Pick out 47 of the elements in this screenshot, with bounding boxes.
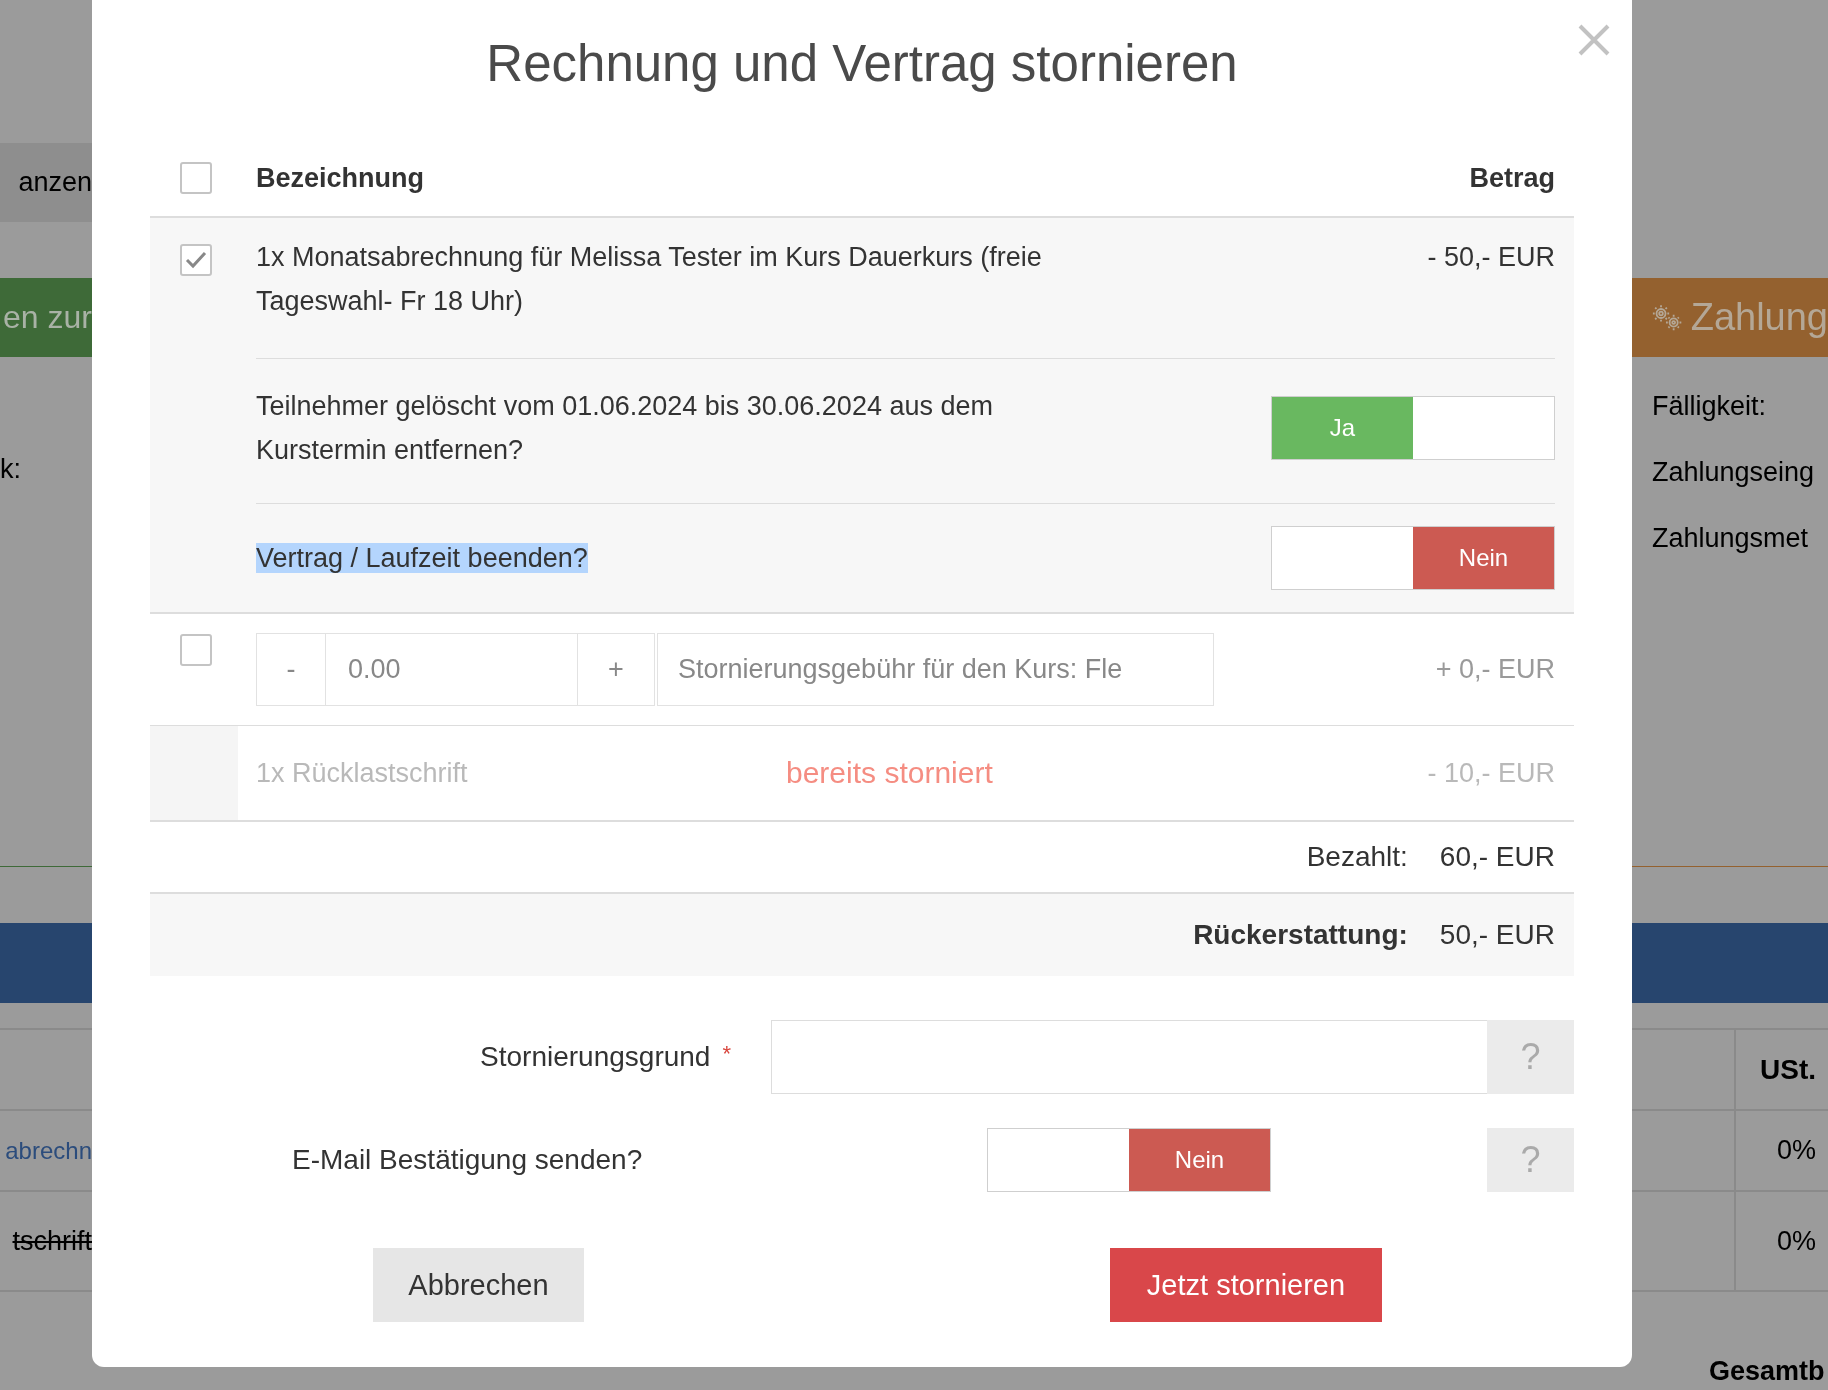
toggle-switch[interactable]: Nein bbox=[987, 1128, 1271, 1192]
field-label: k: bbox=[0, 454, 22, 485]
description-field[interactable]: Stornierungsgebühr für den Kurs: Fle bbox=[657, 633, 1214, 706]
table-cell: tschrift bbox=[12, 1225, 92, 1257]
toggle-switch[interactable]: Ja bbox=[1271, 396, 1555, 460]
field-label: E-Mail Bestätigung senden? bbox=[291, 1144, 644, 1176]
dialog-title: Rechnung und Vertrag stornieren bbox=[486, 33, 1238, 93]
submit-button[interactable]: Jetzt stornieren bbox=[1110, 1248, 1382, 1322]
amount: + 0,- EUR bbox=[1435, 654, 1555, 684]
checkmark-icon bbox=[185, 251, 207, 269]
column-header: Bezeichnung bbox=[256, 162, 425, 194]
checkbox[interactable] bbox=[180, 634, 212, 666]
table-cell: 0% bbox=[1776, 1225, 1816, 1256]
reason-field[interactable] bbox=[771, 1020, 1487, 1094]
table-cell: 0% bbox=[1776, 1135, 1816, 1165]
field-label: Zahlungseing bbox=[1651, 456, 1816, 489]
help-button[interactable]: ? bbox=[1487, 1128, 1574, 1192]
amount: - 50,- EUR bbox=[1427, 241, 1555, 274]
plus-button[interactable]: + bbox=[577, 633, 655, 706]
status-label: bereits storniert bbox=[786, 756, 994, 790]
summary-label: Bezahlt: bbox=[1306, 841, 1408, 873]
table-link[interactable]: abrechn bbox=[5, 1136, 92, 1165]
amount-field[interactable]: 0.00 bbox=[326, 633, 577, 706]
checkbox[interactable] bbox=[180, 244, 212, 276]
total-label: Gesamtb bbox=[1708, 1356, 1826, 1387]
option-label: Teilnehmer gelöscht vom 01.06.2024 bis 30.06.2024 aus dem Kurstermin entfernen? bbox=[256, 391, 993, 465]
checkbox[interactable] bbox=[180, 162, 212, 194]
item-description: 1x Monatsabrechnung für Melissa Tester im Kurs Dauerkurs (freie Tageswahl- Fr 18 Uhr) bbox=[256, 241, 1043, 318]
cancel-button[interactable]: Abbrechen bbox=[373, 1248, 584, 1322]
panel-title: Zahlung bbox=[1690, 296, 1828, 339]
column-header: USt. bbox=[1760, 1053, 1816, 1085]
item-description: 1x Rücklastschrift bbox=[256, 757, 469, 789]
minus-button[interactable]: - bbox=[256, 633, 326, 706]
column-header: Betrag bbox=[1469, 162, 1555, 194]
summary-value: 50,- EUR bbox=[1439, 919, 1555, 951]
summary-value: 60,- EUR bbox=[1439, 841, 1555, 873]
amount: - 10,- EUR bbox=[1427, 757, 1555, 789]
help-button[interactable]: ? bbox=[1487, 1020, 1574, 1094]
field-label: Fälligkeit: bbox=[1651, 390, 1768, 423]
required-mark: * bbox=[722, 1041, 731, 1066]
field-label: Zahlungsmet bbox=[1651, 522, 1810, 555]
option-label: Vertrag / Laufzeit beenden? bbox=[256, 543, 588, 573]
gears-icon bbox=[1652, 302, 1683, 333]
field-label: Stornierungsgrund bbox=[480, 1041, 711, 1072]
summary-label: Rückerstattung: bbox=[1193, 919, 1408, 951]
close-button[interactable] bbox=[1576, 22, 1612, 58]
toggle-switch[interactable]: Nein bbox=[1271, 526, 1555, 590]
